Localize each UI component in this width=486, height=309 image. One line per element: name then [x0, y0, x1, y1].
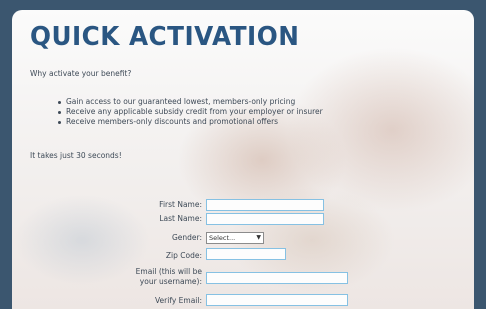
chevron-down-icon: ▼: [256, 234, 261, 241]
last-name-label: Last Name:: [159, 214, 202, 223]
activation-form: First Name: Last Name: Gender: Select...…: [0, 0, 462, 306]
zip-code-label: Zip Code:: [165, 251, 202, 260]
email-label-line2: your username):: [139, 277, 202, 286]
verify-email-label: Verify Email:: [155, 296, 202, 305]
gender-label: Gender:: [171, 233, 202, 242]
verify-email-input[interactable]: [206, 294, 348, 306]
zip-code-input[interactable]: [206, 248, 286, 260]
gender-select[interactable]: Select... ▼: [206, 232, 264, 244]
last-name-input[interactable]: [206, 213, 324, 225]
first-name-input[interactable]: [206, 199, 324, 211]
first-name-label: First Name:: [159, 200, 202, 209]
gender-select-value: Select...: [209, 234, 236, 242]
email-input[interactable]: [206, 272, 348, 284]
email-label-line1: Email (this will be: [135, 267, 202, 276]
